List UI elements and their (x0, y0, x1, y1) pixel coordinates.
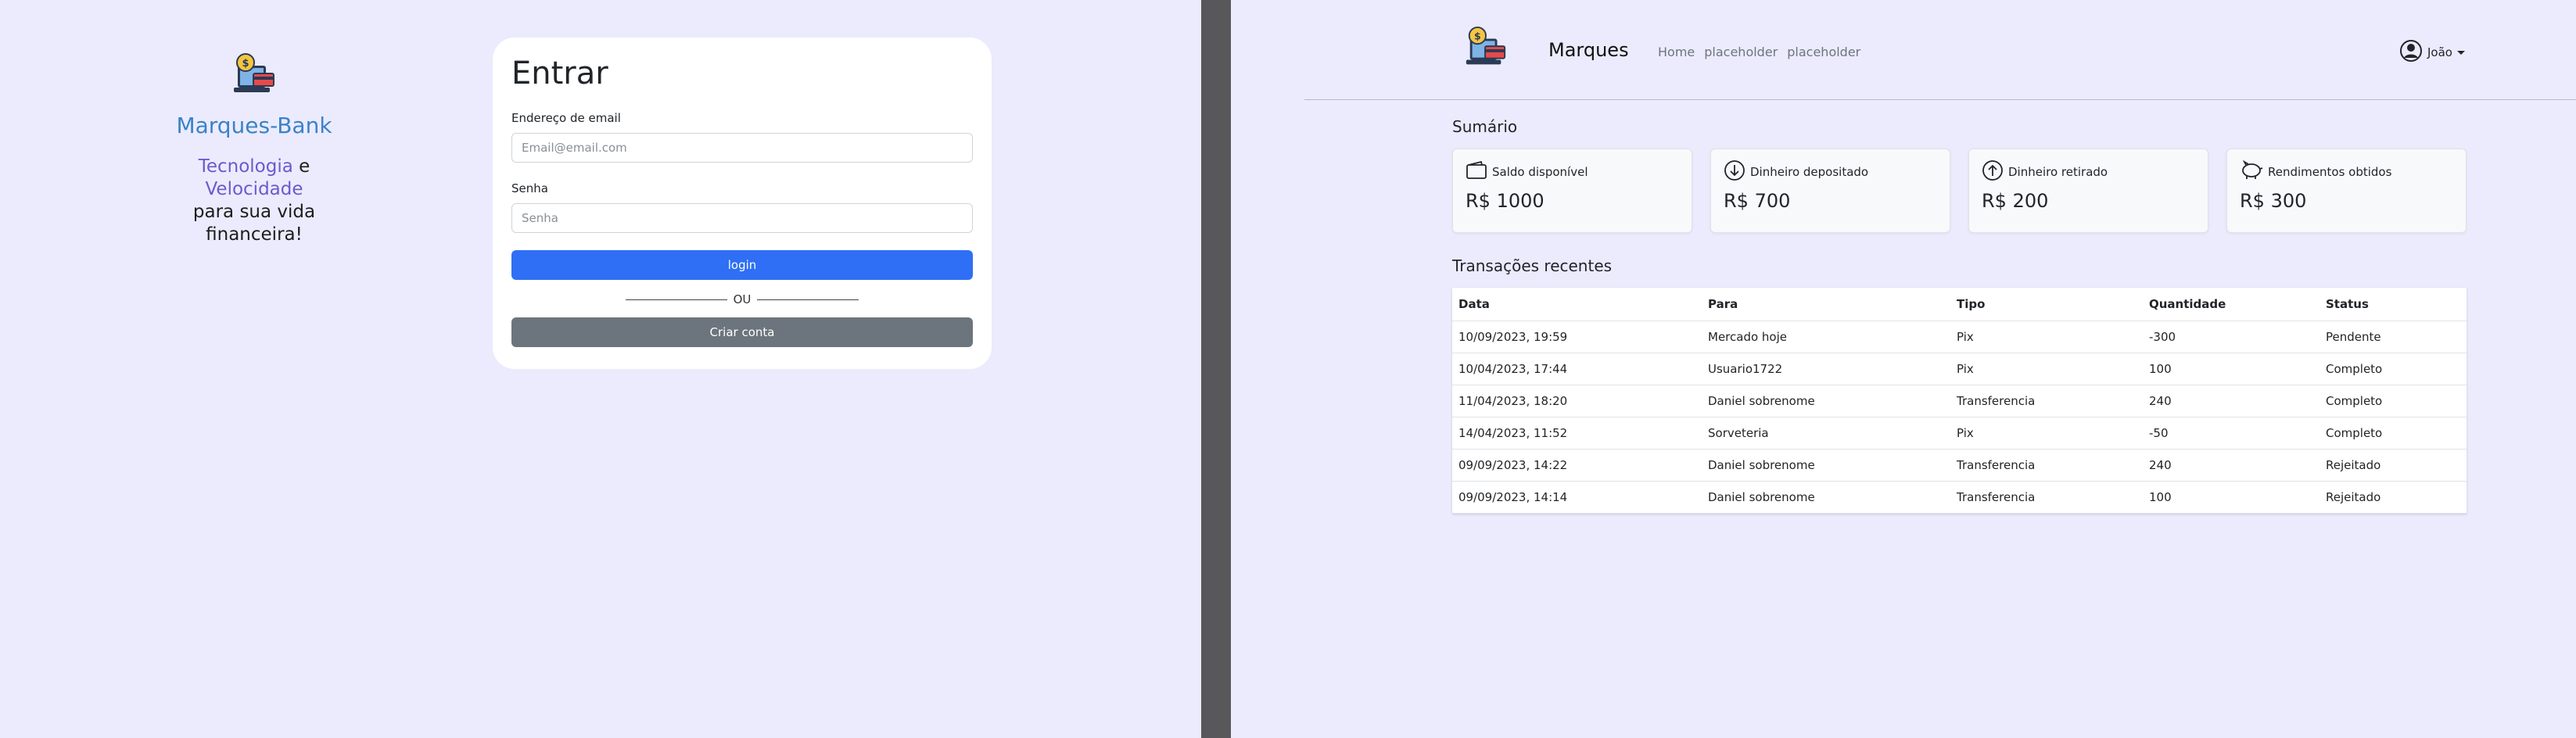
card-deposited: Dinheiro depositado R$ 700 (1710, 149, 1950, 233)
login-title: Entrar (511, 56, 608, 91)
card-label: Rendimentos obtidos (2268, 165, 2392, 179)
card-label: Dinheiro retirado (2008, 165, 2108, 179)
cell-amount: 240 (2143, 385, 2319, 417)
cell-to: Sorveteria (1702, 417, 1950, 450)
card-value: R$ 300 (2240, 190, 2307, 212)
piggy-bank-icon (2240, 159, 2263, 184)
cell-type: Transferencia (1950, 385, 2143, 417)
email-label: Endereço de email (511, 111, 621, 125)
table-row: 14/04/2023, 11:52 Sorveteria Pix -50 Com… (1452, 417, 2467, 450)
dashboard-screen: $ Marques Home placeholder placeholder J… (1231, 0, 2576, 738)
divider-line-left (625, 299, 727, 300)
divider-line-right (757, 299, 859, 300)
login-button[interactable]: login (511, 250, 973, 280)
cell-to: Mercado hoje (1702, 321, 1950, 353)
cell-amount: 100 (2143, 353, 2319, 385)
table-row: 09/09/2023, 14:14 Daniel sobrenome Trans… (1452, 481, 2467, 514)
card-earnings: Rendimentos obtidos R$ 300 (2226, 149, 2467, 233)
brand-block: $ Marques-Bank Tecnologia e Velocidade p… (149, 53, 360, 246)
cell-status: Completo (2319, 385, 2467, 417)
user-name: João (2427, 45, 2452, 59)
tagline: Tecnologia e Velocidade para sua vida fi… (149, 156, 360, 246)
table-row: 10/04/2023, 17:44 Usuario1722 Pix 100 Co… (1452, 353, 2467, 385)
nav-links: Home placeholder placeholder (1658, 45, 1860, 59)
table-row: 11/04/2023, 18:20 Daniel sobrenome Trans… (1452, 385, 2467, 417)
cell-date: 09/09/2023, 14:22 (1452, 449, 1702, 482)
card-value: R$ 200 (1982, 190, 2049, 212)
cell-status: Rejeitado (2319, 481, 2467, 514)
cell-to: Usuario1722 (1702, 353, 1950, 385)
cell-type: Pix (1950, 417, 2143, 450)
cell-amount: -50 (2143, 417, 2319, 450)
brand-name: Marques-Bank (176, 113, 332, 138)
tagline-conjunction: e (292, 156, 310, 177)
card-label: Saldo disponível (1492, 165, 1588, 179)
cell-date: 14/04/2023, 11:52 (1452, 417, 1702, 450)
card-value: R$ 1000 (1466, 190, 1545, 212)
user-avatar-icon (2399, 39, 2423, 66)
cell-to: Daniel sobrenome (1702, 481, 1950, 514)
cell-status: Completo (2319, 417, 2467, 450)
table-row: 10/09/2023, 19:59 Mercado hoje Pix -300 … (1452, 321, 2467, 353)
wallet-icon (1466, 160, 1487, 183)
cell-type: Pix (1950, 353, 2143, 385)
card-balance: Saldo disponível R$ 1000 (1452, 149, 1692, 233)
card-label: Dinheiro depositado (1750, 165, 1869, 179)
cell-status: Pendente (2319, 321, 2467, 353)
divider-text: OU (733, 292, 752, 306)
tagline-word-speed: Velocidade (205, 179, 303, 199)
cell-amount: 240 (2143, 449, 2319, 482)
cell-type: Transferencia (1950, 481, 2143, 514)
svg-text:$: $ (1474, 30, 1481, 41)
login-card: Entrar Endereço de email Senha login OU … (493, 38, 992, 369)
card-withdrawn: Dinheiro retirado R$ 200 (1968, 149, 2208, 233)
summary-cards: Saldo disponível R$ 1000 Dinheiro deposi… (1452, 149, 2467, 233)
card-value: R$ 700 (1724, 190, 1791, 212)
cell-date: 10/04/2023, 17:44 (1452, 353, 1702, 385)
cell-date: 10/09/2023, 19:59 (1452, 321, 1702, 353)
cell-status: Rejeitado (2319, 449, 2467, 482)
column-header-to: Para (1702, 288, 1950, 321)
cell-to: Daniel sobrenome (1702, 385, 1950, 417)
cell-date: 11/04/2023, 18:20 (1452, 385, 1702, 417)
recent-transactions-title: Transações recentes (1452, 256, 1613, 275)
arrow-up-circle-icon (1982, 159, 2004, 184)
cell-to: Daniel sobrenome (1702, 449, 1950, 482)
password-input[interactable] (511, 203, 973, 233)
table-row: 09/09/2023, 14:22 Daniel sobrenome Trans… (1452, 449, 2467, 482)
or-divider: OU (511, 292, 973, 306)
user-menu[interactable]: João (2399, 39, 2465, 66)
summary-title: Sumário (1452, 117, 1518, 136)
create-account-button[interactable]: Criar conta (511, 317, 973, 347)
column-header-type: Tipo (1950, 288, 2143, 321)
chevron-down-icon (2456, 50, 2465, 55)
nav-link-placeholder-2[interactable]: placeholder (1787, 45, 1860, 59)
column-header-status: Status (2319, 288, 2467, 321)
table-header-row: Data Para Tipo Quantidade Status (1452, 288, 2467, 321)
navbar: $ Marques Home placeholder placeholder J… (1304, 0, 2576, 100)
password-label: Senha (511, 181, 548, 195)
svg-text:$: $ (242, 58, 249, 70)
arrow-down-circle-icon (1724, 159, 1745, 184)
cell-date: 09/09/2023, 14:14 (1452, 481, 1702, 514)
tagline-line2: para sua vida financeira! (192, 202, 316, 245)
cell-type: Pix (1950, 321, 2143, 353)
nav-link-placeholder-1[interactable]: placeholder (1704, 45, 1778, 59)
email-input[interactable] (511, 133, 973, 163)
transactions-table: Data Para Tipo Quantidade Status 10/09/2… (1452, 288, 2467, 514)
login-screen: $ Marques-Bank Tecnologia e Velocidade p… (0, 0, 1201, 738)
cell-type: Transferencia (1950, 449, 2143, 482)
nav-link-home[interactable]: Home (1658, 45, 1695, 59)
cell-amount: 100 (2143, 481, 2319, 514)
cell-amount: -300 (2143, 321, 2319, 353)
bank-logo-icon[interactable]: $ (1462, 27, 1509, 72)
column-header-amount: Quantidade (2143, 288, 2319, 321)
tagline-word-technology: Tecnologia (198, 156, 293, 177)
column-header-date: Data (1452, 288, 1702, 321)
pane-splitter[interactable] (1201, 0, 1231, 738)
nav-brand[interactable]: Marques (1548, 39, 1629, 61)
bank-logo-icon: $ (230, 53, 278, 100)
cell-status: Completo (2319, 353, 2467, 385)
